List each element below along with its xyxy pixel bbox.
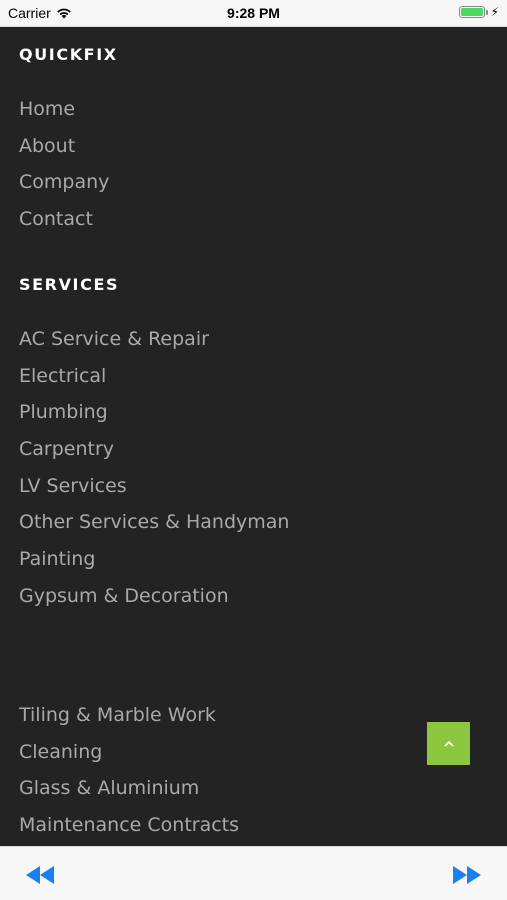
link-carpentry[interactable]: Carpentry [19, 431, 289, 468]
battery-indicator: ⚡︎ [458, 5, 499, 19]
link-home[interactable]: Home [19, 91, 109, 128]
link-painting[interactable]: Painting [19, 541, 289, 578]
scroll-to-top-button[interactable] [427, 722, 470, 765]
back-button[interactable] [23, 864, 57, 886]
forward-button[interactable] [450, 864, 484, 886]
link-glass-aluminium[interactable]: Glass & Aluminium [19, 770, 239, 807]
status-bar: Carrier 9:28 PM ⚡︎ [0, 0, 507, 27]
section-title-services: SERVICES [19, 275, 120, 294]
link-other-services-handyman[interactable]: Other Services & Handyman [19, 504, 289, 541]
link-plumbing[interactable]: Plumbing [19, 394, 289, 431]
link-electrical[interactable]: Electrical [19, 358, 289, 395]
link-contact[interactable]: Contact [19, 201, 109, 238]
link-cleaning[interactable]: Cleaning [19, 734, 239, 771]
section-title-quickfix: QUICKFIX [19, 45, 118, 64]
chevron-up-icon [443, 740, 454, 747]
rewind-icon [26, 866, 54, 884]
services-more-links: Tiling & Marble Work Cleaning Glass & Al… [19, 697, 239, 844]
link-company[interactable]: Company [19, 164, 109, 201]
services-links: AC Service & Repair Electrical Plumbing … [19, 321, 289, 615]
battery-icon [458, 6, 485, 18]
charging-bolt-icon: ⚡︎ [490, 5, 499, 19]
link-lv-services[interactable]: LV Services [19, 468, 289, 505]
link-tiling-marble-work[interactable]: Tiling & Marble Work [19, 697, 239, 734]
link-maintenance-contracts[interactable]: Maintenance Contracts [19, 807, 239, 844]
link-ac-service-repair[interactable]: AC Service & Repair [19, 321, 289, 358]
quickfix-links: Home About Company Contact [19, 91, 109, 238]
browser-toolbar [0, 846, 507, 900]
fast-forward-icon [453, 866, 481, 884]
link-about[interactable]: About [19, 128, 109, 165]
link-gypsum-decoration[interactable]: Gypsum & Decoration [19, 578, 289, 615]
clock: 9:28 PM [227, 5, 280, 21]
